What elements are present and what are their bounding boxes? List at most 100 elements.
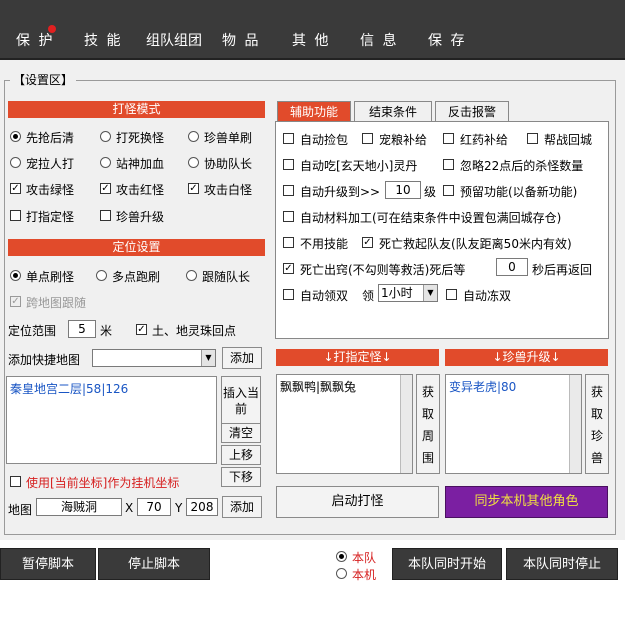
checkbox-material[interactable] [283,211,294,222]
radio-assist-leader[interactable] [188,157,199,168]
checkbox-return-point[interactable]: ✓ [136,324,147,335]
label-help-return: 帮战回城 [544,133,593,147]
label-upgrade-unit: 级 [424,185,437,199]
double-select[interactable]: 1小时 ▼ [378,284,438,302]
team-stop-button[interactable]: 本队同时停止 [506,548,618,580]
label-kill-switch: 打死换怪 [116,131,165,145]
move-up-button[interactable]: 上移 [221,445,261,465]
label-return-point: 土、地灵珠回点 [152,324,237,338]
label-add-map: 添加快捷地图 [8,353,81,367]
checkbox-pet-food[interactable] [362,133,373,144]
list-item[interactable]: 变异老虎|80 [449,378,516,395]
monster-mode-header: 打怪模式 [8,101,265,118]
add-coord-button[interactable]: 添加 [222,496,262,518]
menu-skills[interactable]: 技 能 [84,30,122,50]
label-specific: 打指定怪 [26,210,75,224]
radio-local[interactable] [336,568,347,579]
pet-upgrade-header: ↓珍兽升级↓ [445,349,608,366]
move-down-button[interactable]: 下移 [221,467,261,487]
upgrade-level-input[interactable]: 10 [385,181,421,199]
pause-script-button[interactable]: 暂停脚本 [0,548,96,580]
checkbox-green[interactable]: ✓ [10,183,21,194]
menu-items[interactable]: 物 品 [222,30,260,50]
menu-save[interactable]: 保 存 [428,30,466,50]
menu-protect[interactable]: 保 护 [16,30,54,50]
checkbox-revive-team[interactable]: ✓ [362,237,373,248]
checkbox-freeze-double[interactable] [446,289,457,300]
sync-button[interactable]: 同步本机其他角色 [445,486,608,518]
start-attack-button[interactable]: 启动打怪 [276,486,439,518]
label-map: 地图 [8,503,33,517]
team-start-button[interactable]: 本队同时开始 [392,548,502,580]
map-list[interactable]: 秦皇地宫二层|58|126 [6,376,217,464]
radio-first-attack[interactable] [10,131,21,142]
radio-pet-single[interactable] [188,131,199,142]
map-select[interactable]: ▼ [92,349,216,367]
checkbox-reserve[interactable] [443,185,454,196]
specific-monster-list[interactable]: 飘飘鸭|飘飘兔 [276,374,413,474]
checkbox-red-medicine[interactable] [443,133,454,144]
label-reserve: 预留功能(以备新功能) [460,185,578,199]
radio-kill-switch[interactable] [100,131,111,142]
insert-current-button[interactable]: 插入当前 [221,376,261,426]
checkbox-pet-upgrade[interactable] [100,210,111,221]
label-local: 本机 [352,568,377,582]
scrollbar[interactable] [569,375,581,473]
chevron-down-icon: ▼ [423,285,437,301]
radio-single-point[interactable] [10,270,21,281]
radio-follow-leader[interactable] [186,270,197,281]
radio-team[interactable] [336,551,347,562]
label-cross-map: 跨地图跟随 [26,296,87,310]
location-header: 定位设置 [8,239,265,256]
pet-list[interactable]: 变异老虎|80 [445,374,582,474]
range-input[interactable]: 5 [68,320,96,338]
checkbox-use-coord[interactable] [10,476,21,487]
label-first-attack: 先抢后清 [26,131,75,145]
checkbox-cross-map[interactable]: ✓ [10,296,21,307]
label-no-skill: 不用技能 [300,237,349,251]
checkbox-red[interactable]: ✓ [100,183,111,194]
label-single-point: 单点刷怪 [26,270,75,284]
label-red-medicine: 红药补给 [460,133,509,147]
y-input[interactable]: 208 [186,498,218,516]
stop-script-button[interactable]: 停止脚本 [98,548,210,580]
scrollbar[interactable] [400,375,412,473]
tab-counter-alarm[interactable]: 反击报警 [435,101,509,121]
add-map-button[interactable]: 添加 [222,347,262,369]
checkbox-dead-exit[interactable]: ✓ [283,263,294,274]
get-pet-button[interactable]: 获取珍兽 [585,374,609,474]
checkbox-help-return[interactable] [527,133,538,144]
checkbox-no-skill[interactable] [283,237,294,248]
checkbox-specific[interactable] [10,210,21,221]
tab-end-condition[interactable]: 结束条件 [354,101,432,121]
x-input[interactable]: 70 [137,498,171,516]
aux-panel [275,121,609,339]
label-pick: 自动捡包 [300,133,349,147]
menu-other[interactable]: 其 他 [292,30,330,50]
clear-button[interactable]: 清空 [221,423,261,443]
label-x: X [125,501,134,515]
label-double: 领 [362,289,375,303]
checkbox-ignore-kills[interactable] [443,159,454,170]
menu-info[interactable]: 信 息 [360,30,398,50]
label-team: 本队 [352,551,377,565]
checkbox-eat-pill[interactable] [283,159,294,170]
get-around-button[interactable]: 获取周围 [416,374,440,474]
label-upgrade-to: 自动升级到>> [300,185,381,199]
dead-wait-input[interactable]: 0 [496,258,528,276]
checkbox-pick[interactable] [283,133,294,144]
list-item[interactable]: 秦皇地宫二层|58|126 [10,380,128,397]
radio-stand-add[interactable] [100,157,111,168]
radio-pull[interactable] [10,157,21,168]
tab-aux[interactable]: 辅助功能 [277,101,351,121]
label-material: 自动材料加工(可在结束条件中设置包满回城存仓) [300,211,562,225]
radio-multi-point[interactable] [96,270,107,281]
checkbox-white[interactable]: ✓ [188,183,199,194]
checkbox-auto-double[interactable] [283,289,294,300]
label-revive-team: 死亡救起队友(队友距离50米内有效) [379,237,572,251]
label-white: 攻击白怪 [204,183,253,197]
menu-team[interactable]: 组队组团 [146,30,202,50]
checkbox-upgrade-to[interactable] [283,185,294,196]
list-item[interactable]: 飘飘鸭|飘飘兔 [280,378,356,395]
map-name-input[interactable]: 海贼洞 [36,498,122,516]
